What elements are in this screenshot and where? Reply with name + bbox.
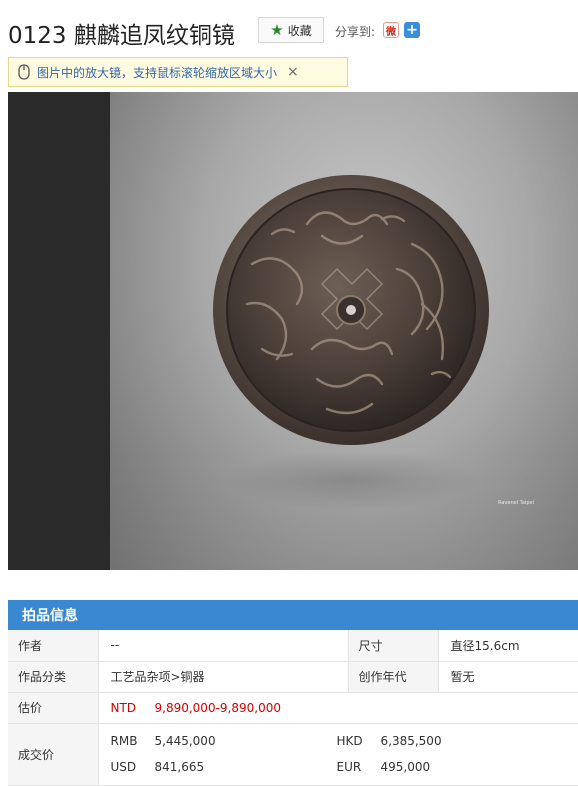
table-row: 估价 NTD 9,890,000-9,890,000 [8,692,578,724]
tip-text: 图片中的放大镜，支持鼠标滚轮缩放区域大小 [37,65,278,80]
info-heading: 拍品信息 [8,600,578,630]
sold-label: 成交价 [8,723,99,786]
more-share-icon[interactable]: + [404,22,420,38]
lot-info-panel: 拍品信息 作者 -- 尺寸 直径15.6cm 作品分类 工艺品杂项>铜器 创作年… [8,600,578,786]
close-icon[interactable]: × [287,64,299,80]
era-label: 创作年代 [347,661,439,693]
sold-price-usd: USD 841,665 [110,760,205,774]
category-value: 工艺品杂项>铜器 [98,661,348,693]
table-row: 成交价 RMB 5,445,000 HKD 6,385,500 USD 841,665… [8,723,578,786]
estimate-value: NTD 9,890,000-9,890,000 [98,692,578,724]
estimate-currency: NTD [110,700,137,715]
category-label: 作品分类 [8,661,99,693]
weibo-share-icon[interactable]: 微 [383,22,399,38]
estimate-amount: 9,890,000-9,890,000 [154,700,281,715]
favorite-button[interactable]: ★ 收藏 [258,17,324,43]
lot-photo[interactable]: Ravenel Taipei [8,92,578,570]
bronze-mirror-image [213,175,489,445]
sold-price-hkd: HKD 6,385,500 [336,734,442,748]
lot-title: 0123 麒麟追凤纹铜镜 [8,23,235,49]
estimate-label: 估价 [8,692,99,724]
size-label: 尺寸 [347,630,439,662]
mirror-reflection [222,450,480,510]
lot-info-table: 作者 -- 尺寸 直径15.6cm 作品分类 工艺品杂项>铜器 创作年代 暂无 … [8,630,578,786]
sold-price-rmb: RMB 5,445,000 [110,734,216,748]
title-row: 0123 麒麟追凤纹铜镜 ★ 收藏 分享到: 微 + [8,14,572,50]
sold-prices: RMB 5,445,000 HKD 6,385,500 USD 841,665 EUR… [98,723,578,786]
era-value: 暂无 [438,661,578,693]
watermark: Ravenel Taipei [498,500,535,506]
star-icon: ★ [270,20,284,39]
size-value: 直径15.6cm [438,630,578,662]
magnifier-tip-bar: 图片中的放大镜，支持鼠标滚轮缩放区域大小 × [8,57,348,87]
author-value: -- [98,630,348,662]
photo-left-panel [8,92,110,570]
table-row: 作者 -- 尺寸 直径15.6cm [8,630,578,662]
favorite-label: 收藏 [287,23,312,38]
sold-price-eur: EUR 495,000 [336,760,431,774]
author-label: 作者 [8,630,99,662]
table-row: 作品分类 工艺品杂项>铜器 创作年代 暂无 [8,661,578,693]
share-label: 分享到: [335,25,376,39]
mouse-icon [17,63,31,81]
